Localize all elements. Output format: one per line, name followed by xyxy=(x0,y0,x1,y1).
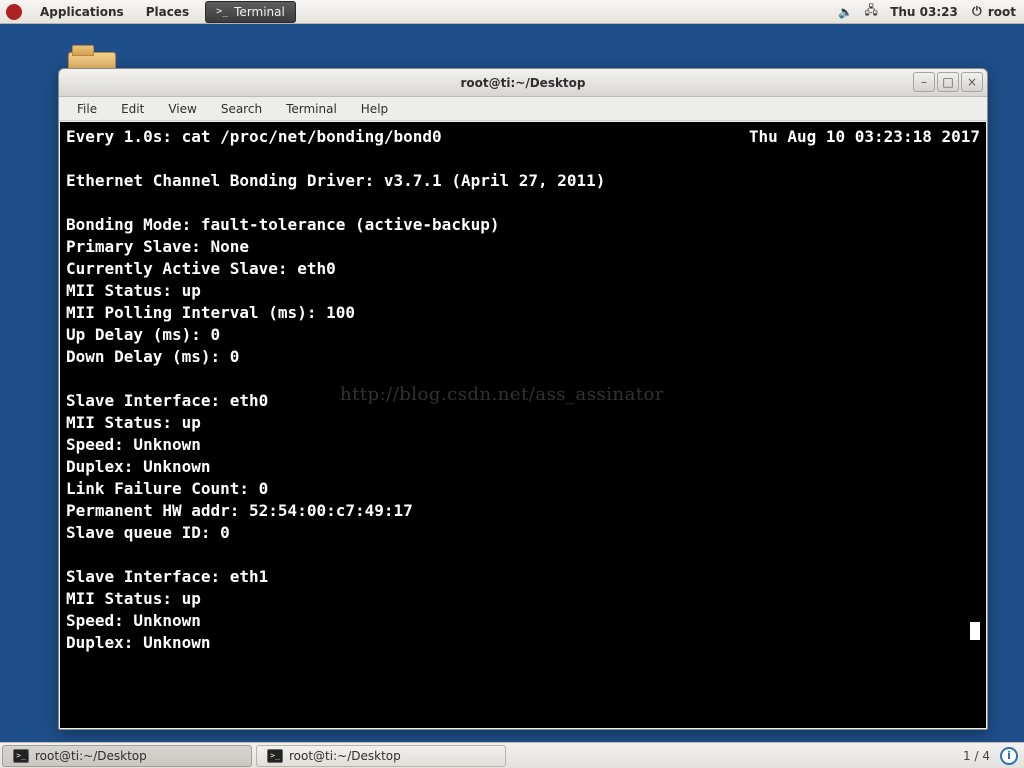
taskbar-entry-1[interactable]: >_ root@ti:~/Desktop xyxy=(256,745,506,767)
menu-edit[interactable]: Edit xyxy=(109,102,156,116)
window-close-button[interactable]: × xyxy=(961,72,983,92)
user-menu[interactable]: ⏻ root xyxy=(970,4,1016,19)
window-menubar: File Edit View Search Terminal Help xyxy=(59,97,987,121)
sound-icon[interactable]: 🔈 xyxy=(838,5,852,19)
toppanel-task-label: Terminal xyxy=(234,5,285,19)
gnome-top-panel: Applications Places >_ Terminal 🔈 🖧 Thu … xyxy=(0,0,1024,24)
terminal-viewport[interactable]: Every 1.0s: cat /proc/net/bonding/bond0 … xyxy=(60,122,986,728)
taskbar-entry-label: root@ti:~/Desktop xyxy=(289,749,401,763)
menu-search[interactable]: Search xyxy=(209,102,274,116)
watch-timestamp: Thu Aug 10 03:23:18 2017 xyxy=(749,126,980,148)
terminal-window: root@ti:~/Desktop – □ × File Edit View S… xyxy=(58,68,988,730)
workspace-pager[interactable]: 1 / 4 xyxy=(963,749,990,763)
network-icon[interactable]: 🖧 xyxy=(864,1,878,22)
menu-file[interactable]: File xyxy=(65,102,109,116)
window-title: root@ti:~/Desktop xyxy=(59,76,987,90)
power-icon: ⏻ xyxy=(970,4,984,19)
window-titlebar[interactable]: root@ti:~/Desktop – □ × xyxy=(59,69,987,97)
applications-menu[interactable]: Applications xyxy=(30,0,134,24)
menu-view[interactable]: View xyxy=(156,102,208,116)
terminal-icon: >_ xyxy=(267,749,283,763)
info-icon[interactable]: i xyxy=(1000,747,1018,765)
terminal-icon: >_ xyxy=(216,6,228,17)
taskbar-entry-0[interactable]: >_ root@ti:~/Desktop xyxy=(2,745,252,767)
clock[interactable]: Thu 03:23 xyxy=(890,5,958,19)
watch-command: Every 1.0s: cat /proc/net/bonding/bond0 xyxy=(66,126,442,148)
terminal-cursor xyxy=(970,622,980,640)
window-minimize-button[interactable]: – xyxy=(913,72,935,92)
gnome-bottom-panel: >_ root@ti:~/Desktop >_ root@ti:~/Deskto… xyxy=(0,742,1024,768)
distro-logo-icon xyxy=(6,4,22,20)
places-menu[interactable]: Places xyxy=(136,0,199,24)
user-label: root xyxy=(988,5,1016,19)
terminal-output: Ethernet Channel Bonding Driver: v3.7.1 … xyxy=(66,148,980,654)
menu-help[interactable]: Help xyxy=(349,102,400,116)
toppanel-terminal-task[interactable]: >_ Terminal xyxy=(205,1,296,23)
menu-terminal[interactable]: Terminal xyxy=(274,102,349,116)
terminal-icon: >_ xyxy=(13,749,29,763)
window-maximize-button[interactable]: □ xyxy=(937,72,959,92)
taskbar-entry-label: root@ti:~/Desktop xyxy=(35,749,147,763)
